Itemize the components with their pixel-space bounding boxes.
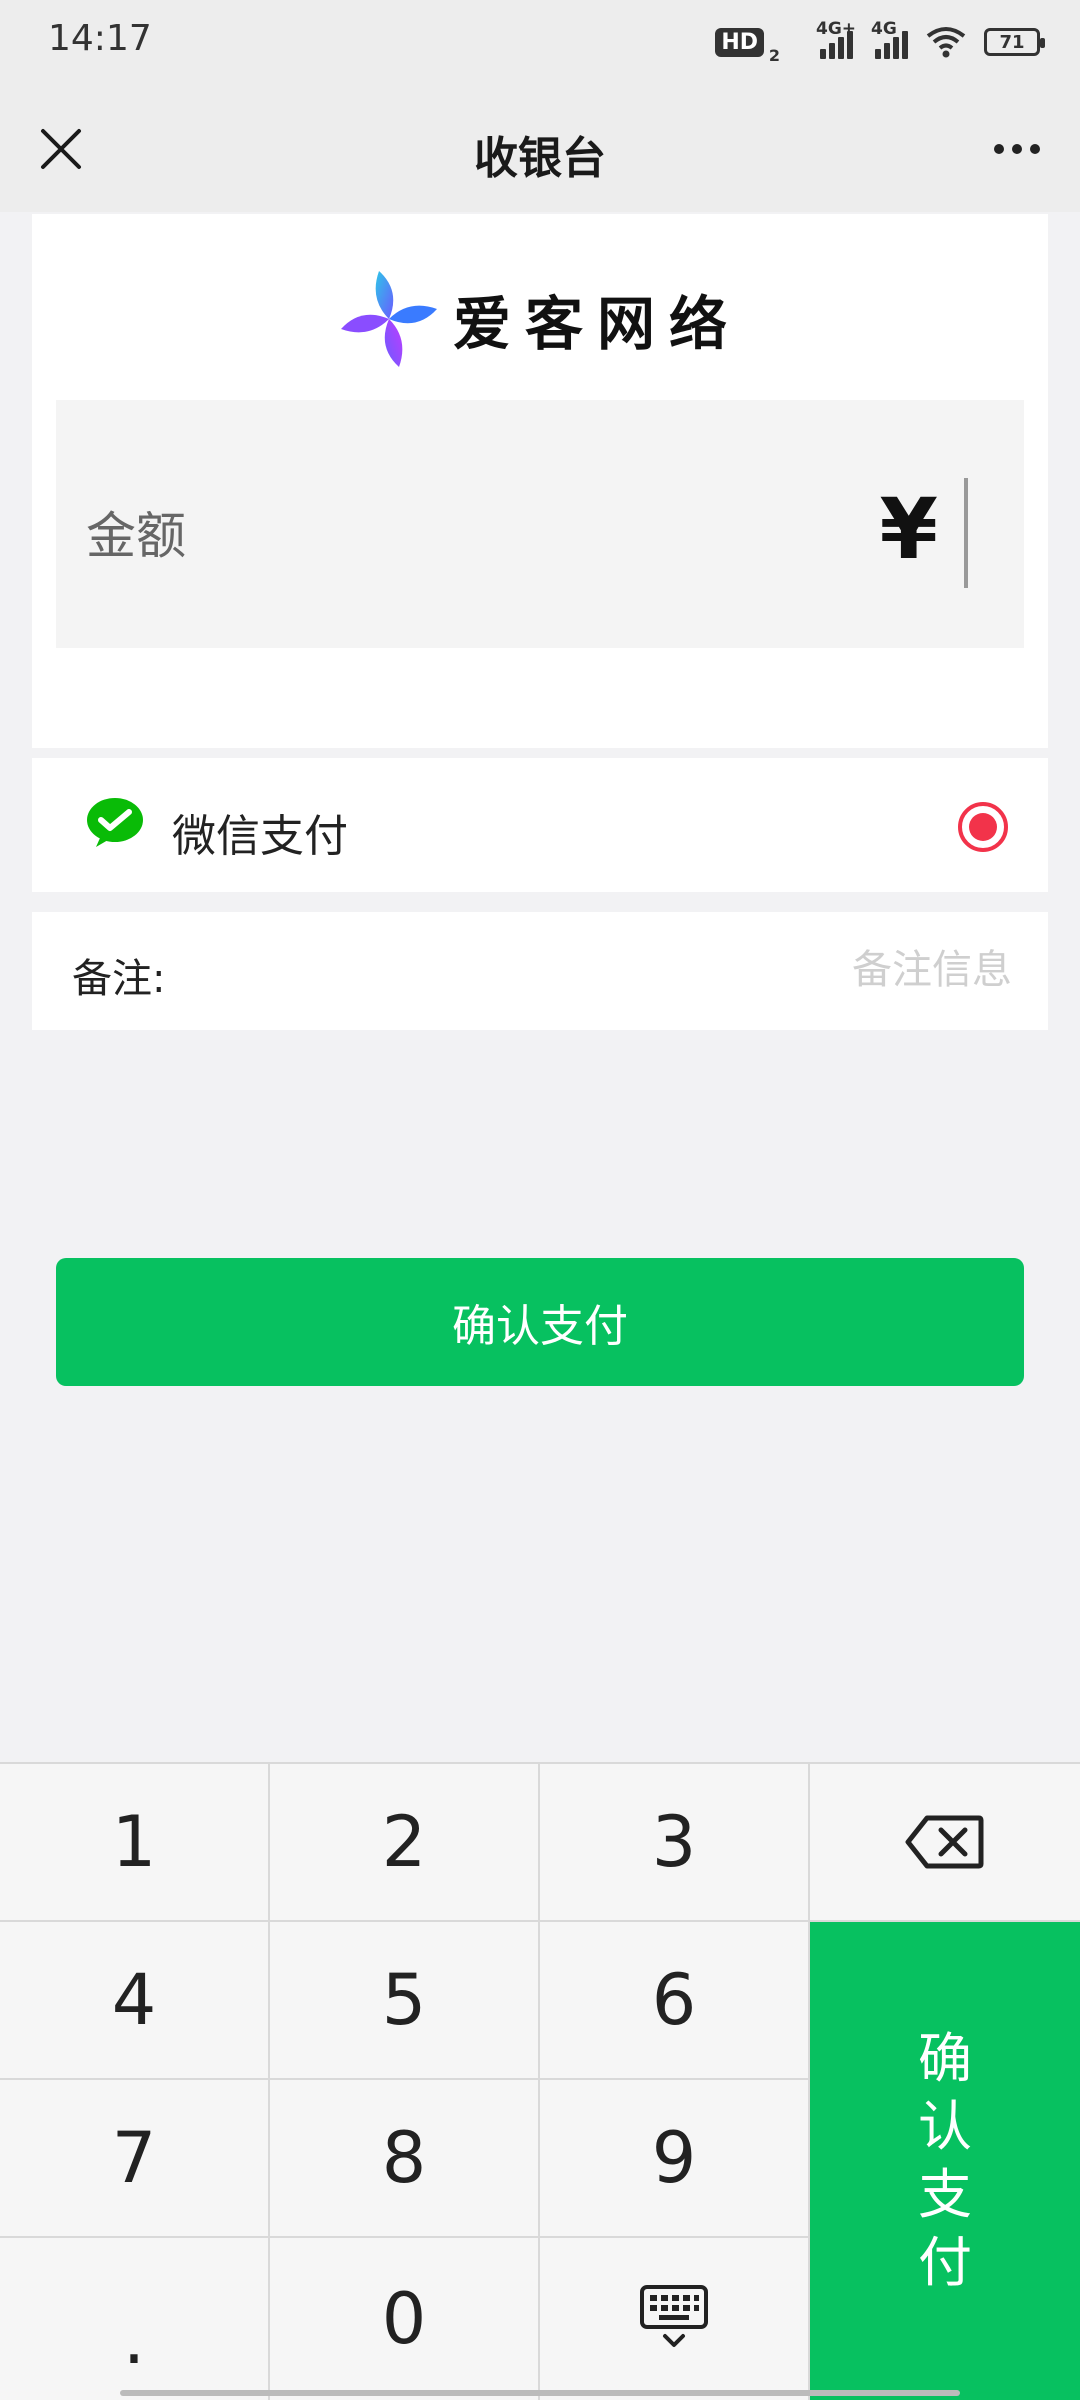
home-indicator (120, 2390, 960, 2396)
wechat-icon (87, 798, 143, 847)
backspace-icon (905, 1815, 984, 1869)
remark-input[interactable] (374, 938, 1014, 1002)
keypad-confirm-pay-button[interactable]: 确 认 支 付 (810, 1922, 1080, 2400)
battery-icon: 71 (984, 28, 1045, 56)
key-1[interactable]: 1 (0, 1764, 268, 1920)
pay-key-char: 支 (918, 2163, 972, 2226)
brand-logo-icon (340, 271, 437, 367)
more-icon-dot (1030, 144, 1040, 154)
signal-4gplus-icon: 4G+ (816, 19, 856, 59)
amount-card: 爱客网络 金额 ¥ (32, 214, 1048, 748)
wifi-icon (926, 27, 966, 58)
signal-4g-tag: 4G (871, 19, 897, 39)
confirm-pay-button[interactable]: 确认支付 (56, 1258, 1024, 1386)
more-icon-dot (1012, 144, 1022, 154)
hd-label: HD (721, 29, 758, 55)
amount-label: 金额 (86, 507, 186, 565)
remark-row: 备注: (32, 912, 1048, 1030)
backspace-key[interactable] (810, 1764, 1080, 1920)
numeric-keypad: 1 2 3 4 5 6 7 8 9 . 0 确 认 支 付 (0, 1762, 1080, 2400)
hide-keyboard-key[interactable] (540, 2238, 808, 2400)
key-0[interactable]: 0 (270, 2238, 538, 2400)
pay-key-char: 认 (918, 2095, 972, 2158)
hd-voice-icon: HD 2 (715, 27, 780, 65)
key-5[interactable]: 5 (270, 1922, 538, 2078)
nav-bar: 收银台 (0, 86, 1080, 212)
payment-method-label: 微信支付 (172, 811, 348, 862)
currency-symbol: ¥ (879, 480, 938, 578)
key-9[interactable]: 9 (540, 2080, 808, 2236)
signal-4g-icon: 4G (871, 19, 908, 59)
key-dot[interactable]: . (0, 2238, 268, 2400)
brand: 爱客网络 (32, 264, 1048, 374)
battery-level: 71 (999, 31, 1025, 53)
keyboard-hide-icon (640, 2285, 708, 2347)
status-icons: HD 2 4G+ 4G 71 (715, 19, 1045, 65)
more-button[interactable] (984, 116, 1050, 182)
page-title: 收银台 (474, 133, 606, 184)
payment-method-wechat[interactable]: 微信支付 (32, 758, 1048, 892)
brand-name: 爱客网络 (452, 290, 741, 358)
key-7[interactable]: 7 (0, 2080, 268, 2236)
hd-sub: 2 (768, 45, 780, 65)
status-bar: 14:17 HD 2 4G+ 4G 71 (0, 0, 1080, 86)
key-8[interactable]: 8 (270, 2080, 538, 2236)
amount-input[interactable]: 金额 ¥ (56, 400, 1024, 648)
pay-key-char: 确 (918, 2027, 972, 2090)
key-3[interactable]: 3 (540, 1764, 808, 1920)
key-6[interactable]: 6 (540, 1922, 808, 2078)
key-2[interactable]: 2 (270, 1764, 538, 1920)
remark-label: 备注: (72, 956, 166, 1002)
more-icon-dot (994, 144, 1004, 154)
status-time: 14:17 (48, 18, 152, 59)
pay-key-char: 付 (918, 2231, 972, 2294)
payment-radio-selected[interactable] (958, 802, 1008, 852)
signal-4gplus-tag: 4G+ (816, 19, 857, 39)
text-cursor (964, 478, 968, 588)
key-4[interactable]: 4 (0, 1922, 268, 2078)
